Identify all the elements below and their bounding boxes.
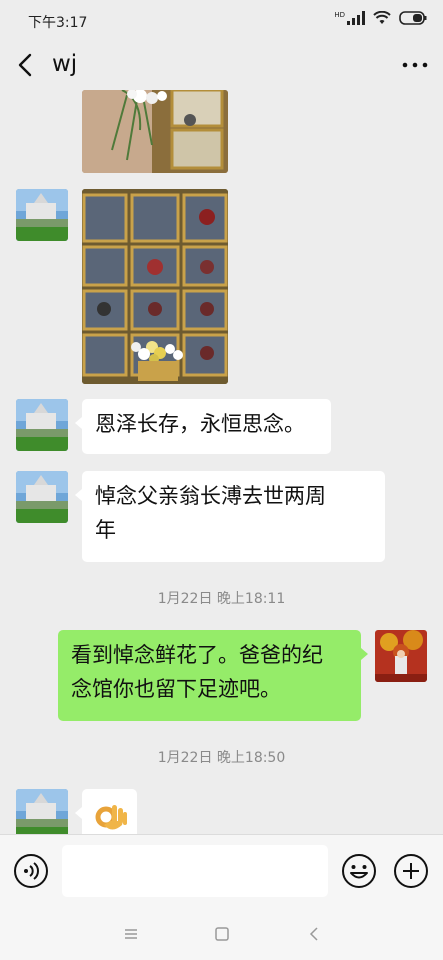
message-bubble-received[interactable]: 悼念父亲翁长溥去世两周 年 [75, 471, 385, 562]
message-text-line: 悼念父亲翁长溥去世两周 [95, 484, 326, 508]
status-icons: HD [334, 11, 427, 25]
message-timestamp: 1月22日 晚上18:11 [157, 591, 286, 607]
ok-hand-emoji-icon [95, 805, 127, 830]
back-nav-icon[interactable] [305, 924, 325, 944]
memorial-wall-photo [82, 189, 228, 384]
message-bubble-received[interactable]: 恩泽长存，永恒思念。 [75, 399, 331, 454]
status-time: 下午3:17 [28, 15, 88, 31]
chat-title: wj [52, 51, 78, 77]
message-image-memorial-partial[interactable] [82, 90, 228, 173]
contact-avatar[interactable] [16, 471, 68, 523]
message-text-line: 看到悼念鲜花了。爸爸的纪 [71, 643, 323, 667]
memorial-photo-partial [82, 90, 228, 173]
contact-avatar[interactable] [16, 399, 68, 451]
input-bar [0, 834, 443, 906]
voice-input-icon[interactable] [13, 853, 49, 889]
signal-icon [347, 11, 365, 25]
back-arrow-icon[interactable] [14, 50, 40, 80]
message-text: 恩泽长存，永恒思念。 [95, 412, 305, 436]
contact-avatar[interactable] [16, 189, 68, 241]
more-options-icon[interactable] [401, 53, 429, 77]
contact-avatar[interactable] [16, 789, 68, 834]
hd-label: HD [334, 10, 345, 19]
message-bubble-sent[interactable]: 看到悼念鲜花了。爸爸的纪 念馆你也留下足迹吧。 [58, 630, 368, 721]
more-functions-plus-icon[interactable] [393, 853, 429, 889]
my-avatar[interactable] [375, 630, 427, 682]
message-bubble-emoji[interactable] [75, 789, 137, 834]
message-image-memorial-wall[interactable] [82, 189, 228, 384]
chat-messages[interactable]: 恩泽长存，永恒思念。 悼念父亲翁长溥去世两周 年 1月22日 晚上18:11 看… [0, 90, 443, 834]
message-timestamp: 1月22日 晚上18:50 [157, 750, 286, 766]
battery-icon [399, 11, 427, 25]
message-input[interactable] [62, 845, 328, 897]
status-bar: 下午3:17 HD [0, 0, 443, 40]
menu-icon[interactable] [121, 924, 141, 944]
message-text-line: 念馆你也留下足迹吧。 [71, 677, 281, 701]
message-text-line: 年 [95, 518, 116, 542]
home-icon[interactable] [212, 924, 232, 944]
emoji-icon[interactable] [341, 853, 377, 889]
system-nav-bar [0, 906, 443, 960]
wifi-icon [373, 11, 391, 24]
chat-header: wj [0, 40, 443, 90]
